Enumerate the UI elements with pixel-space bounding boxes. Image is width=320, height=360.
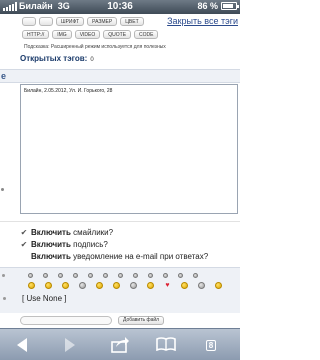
smiley-icon[interactable] — [198, 282, 205, 289]
video-button[interactable]: VIDEO — [74, 30, 101, 39]
smiley-icon[interactable] — [79, 282, 86, 289]
file-field[interactable] — [20, 316, 112, 325]
option-email-notify[interactable]: Включить уведомление на e-mail при ответ… — [20, 252, 208, 261]
open-tags-label: Открытых тэгов: — [20, 54, 88, 63]
quote-button[interactable]: QUOTE — [103, 30, 132, 39]
size-select[interactable]: РАЗМЕР — [87, 17, 118, 26]
smiley-icon[interactable] — [130, 282, 137, 289]
forward-icon[interactable] — [58, 337, 82, 355]
font-select[interactable]: ШРИФТ — [56, 17, 85, 26]
hint-text: Подсказка: Расширенный режим используетс… — [24, 44, 166, 50]
smiley-icon[interactable] — [28, 273, 33, 278]
smiley-icon[interactable] — [163, 273, 168, 278]
section-header-label: е — [1, 71, 7, 81]
smiley-icon[interactable] — [88, 273, 93, 278]
battery-percent: 86 % — [197, 1, 218, 11]
divider — [0, 221, 240, 222]
attach-row: Добавить файл — [20, 316, 165, 325]
checkmark-icon[interactable]: ✔ — [20, 240, 28, 249]
option-label: Включить уведомление на e-mail при ответ… — [31, 252, 209, 261]
bbcode-toolbar-row1: ШРИФТ РАЗМЕР ЦВЕТ — [22, 17, 144, 26]
bullet-marker — [3, 297, 6, 300]
smiley-row-2: ♥ — [28, 282, 222, 289]
img-button[interactable]: IMG — [52, 30, 72, 39]
smiley-icon[interactable] — [73, 273, 78, 278]
tabs-icon[interactable]: 8 — [200, 337, 224, 355]
toolbar-button-1[interactable] — [22, 17, 36, 26]
open-tags-count: 0 — [90, 57, 94, 63]
smile-smiley-icon[interactable] — [215, 282, 222, 289]
back-icon[interactable] — [10, 337, 34, 355]
add-file-button[interactable]: Добавить файл — [118, 316, 165, 325]
status-bar: Билайн 3G 10:36 86 % — [0, 0, 240, 14]
smile-smiley-icon[interactable] — [147, 282, 154, 289]
bullet-marker — [2, 274, 5, 277]
bookmarks-icon[interactable] — [154, 337, 178, 355]
bbcode-toolbar-row2: HTTP:// IMG VIDEO QUOTE CODE — [22, 30, 159, 39]
tabs-count: 8 — [206, 340, 216, 351]
option-label: Включить смайлики? — [31, 228, 114, 237]
smiley-icon[interactable] — [178, 273, 183, 278]
smile-smiley-icon[interactable] — [113, 282, 120, 289]
option-smileys[interactable]: ✔ Включить смайлики? — [20, 228, 113, 237]
smiley-icon[interactable] — [133, 273, 138, 278]
option-label: Включить подпись? — [31, 240, 108, 249]
battery-info: 86 % — [197, 1, 239, 11]
share-icon[interactable] — [108, 337, 132, 355]
option-signature[interactable]: ✔ Включить подпись? — [20, 240, 108, 249]
close-all-tags-link[interactable]: Закрыть все тэги — [167, 16, 238, 26]
message-editor[interactable] — [20, 84, 238, 214]
smiley-icon[interactable] — [43, 273, 48, 278]
smile-smiley-icon[interactable] — [62, 282, 69, 289]
checkmark-icon[interactable]: ✔ — [20, 228, 28, 237]
toolbar-button-2[interactable] — [39, 17, 53, 26]
smiley-icon[interactable] — [193, 273, 198, 278]
browser-toolbar: 8 — [0, 328, 240, 360]
heart-icon[interactable]: ♥ — [164, 282, 171, 289]
bullet-marker — [1, 188, 4, 191]
smile-smiley-icon[interactable] — [181, 282, 188, 289]
smiley-icon[interactable] — [148, 273, 153, 278]
sad-smiley-icon[interactable] — [96, 282, 103, 289]
http-button[interactable]: HTTP:// — [22, 30, 50, 39]
open-tags-counter: Открытых тэгов: 0 — [20, 54, 94, 63]
color-select[interactable]: ЦВЕТ — [120, 17, 144, 26]
message-textarea[interactable] — [21, 85, 237, 213]
smiley-row-1 — [28, 272, 198, 278]
happy-smiley-icon[interactable] — [45, 282, 52, 289]
angry-smiley-icon[interactable] — [28, 282, 35, 289]
smiley-icon[interactable] — [103, 273, 108, 278]
smiley-icon[interactable] — [118, 273, 123, 278]
section-header: е — [0, 69, 240, 83]
smiley-icon[interactable] — [58, 273, 63, 278]
code-button[interactable]: CODE — [134, 30, 159, 39]
use-none-link[interactable]: [ Use None ] — [22, 294, 66, 303]
battery-icon — [221, 2, 239, 10]
web-page[interactable]: ШРИФТ РАЗМЕР ЦВЕТ Закрыть все тэги HTTP:… — [0, 14, 240, 328]
